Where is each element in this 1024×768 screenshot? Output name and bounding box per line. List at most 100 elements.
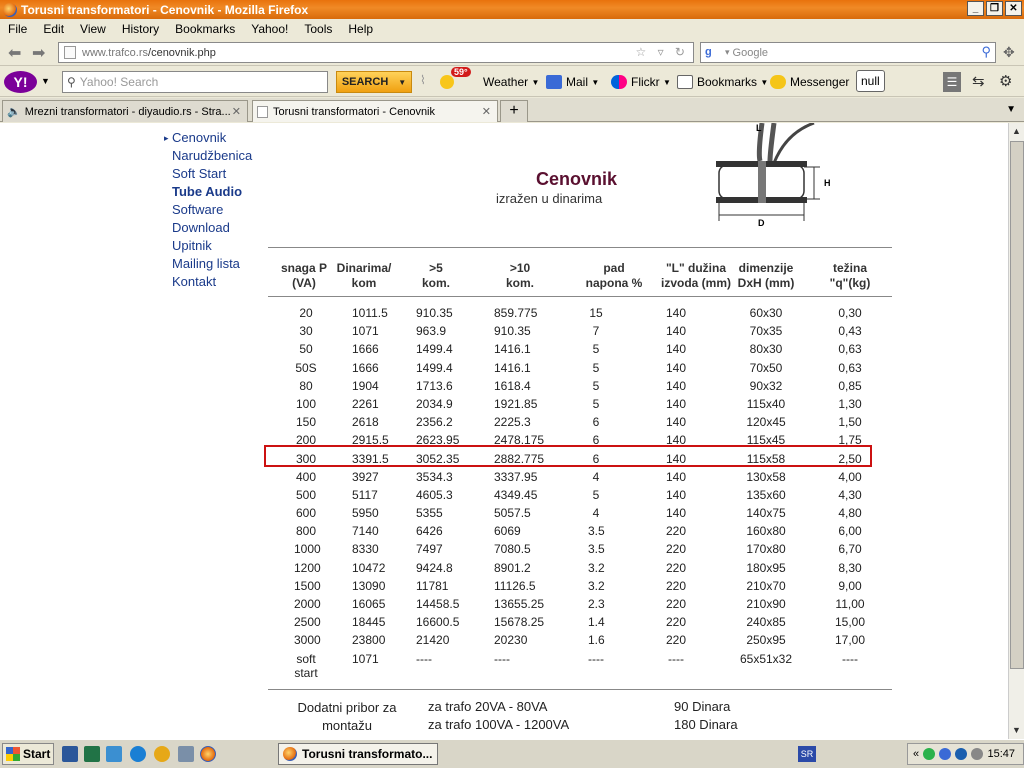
chevron-down-icon[interactable]: ▾ <box>725 47 730 58</box>
table-cell: 1904 <box>352 378 379 393</box>
table-cell: 1713.6 <box>416 378 453 393</box>
menu-history[interactable]: History <box>122 22 159 36</box>
table-cell: 1,50 <box>838 415 862 430</box>
chevron-down-icon[interactable]: ▼ <box>41 76 50 86</box>
list-icon[interactable]: ☰ <box>943 72 961 92</box>
tray-monitor-icon[interactable] <box>939 748 952 760</box>
table-cell: 9424.8 <box>416 560 453 575</box>
diagram-lead-wire <box>772 123 815 164</box>
menu-yahoo[interactable]: Yahoo! <box>251 22 288 36</box>
media-player-icon[interactable] <box>154 746 170 762</box>
menu-tools[interactable]: Tools <box>304 22 332 36</box>
language-indicator[interactable]: SR <box>798 746 816 762</box>
table-cell: 5355 <box>416 506 443 521</box>
yahoo-search-button[interactable]: SEARCH ▼ <box>336 71 412 93</box>
scroll-down-icon[interactable]: ▼ <box>1012 725 1021 735</box>
menu-file[interactable]: File <box>8 22 27 36</box>
table-cell: 220 <box>665 578 687 593</box>
bookmarks-button[interactable]: Bookmarks ▼ <box>677 75 768 89</box>
menu-bookmarks[interactable]: Bookmarks <box>175 22 235 36</box>
sidebar-item-mailing-lista[interactable]: Mailing lista <box>164 255 252 273</box>
table-cell: 3337.95 <box>494 469 538 484</box>
close-icon[interactable]: ✕ <box>482 105 491 118</box>
menu-view[interactable]: View <box>80 22 106 36</box>
accessory-item: za trafo 20VA - 80VA <box>428 699 548 714</box>
url-bar[interactable]: www.trafco.rs/cenovnik.php ☆ ▿ ↻ <box>58 42 694 63</box>
swap-icon[interactable]: ⇆ <box>972 72 985 90</box>
internet-explorer-icon[interactable] <box>130 746 146 762</box>
table-cell: 210x70 <box>746 578 786 593</box>
flickr-button[interactable]: Flickr ▼ <box>611 75 671 89</box>
sidebar-item-soft-start[interactable]: Soft Start <box>164 165 252 183</box>
mail-label: Mail <box>566 75 589 89</box>
yahoo-search-input[interactable]: ⚲ Yahoo! Search <box>62 71 328 93</box>
table-cell: 2.3 <box>588 597 605 611</box>
sidebar-item-tube-audio[interactable]: Tube Audio <box>164 183 252 201</box>
column-header-line: (VA) <box>292 276 316 290</box>
back-button[interactable]: ⬅ <box>8 43 21 63</box>
table-cell: 1618.4 <box>494 378 531 393</box>
google-search-box[interactable]: g ▾ Google ⚲ <box>700 42 996 63</box>
explorer-icon[interactable] <box>106 746 122 762</box>
null-field[interactable]: null <box>856 70 885 92</box>
restore-button[interactable]: ❐ <box>986 1 1003 16</box>
start-button[interactable]: Start <box>2 743 54 765</box>
table-cell: 6,70 <box>838 542 862 557</box>
sidebar-item-narud-benica[interactable]: Narudžbenica <box>164 147 252 165</box>
column-header: pad napona % <box>582 261 646 291</box>
new-tab-button[interactable]: + <box>500 100 528 122</box>
taskbar-firefox-window[interactable]: Torusni transformato... <box>278 743 438 765</box>
forward-button[interactable]: ➡ <box>32 43 45 63</box>
tray-volume-icon[interactable] <box>971 748 984 760</box>
menu-edit[interactable]: Edit <box>43 22 64 36</box>
table-cell: 400 <box>295 469 317 484</box>
excel-icon[interactable] <box>84 746 100 762</box>
sidebar-item-software[interactable]: Software <box>164 201 252 219</box>
tray-security-icon[interactable] <box>955 748 968 760</box>
table-cell: 170x80 <box>746 542 786 557</box>
column-header-line: snaga P <box>280 261 328 275</box>
sidebar-item-upitnik[interactable]: Upitnik <box>164 237 252 255</box>
close-button[interactable]: ✕ <box>1005 1 1022 16</box>
close-icon[interactable]: ✕ <box>232 105 241 118</box>
url-actions[interactable]: ☆ ▿ ↻ <box>635 45 689 59</box>
search-icon[interactable]: ⚲ <box>981 44 991 60</box>
sidebar-item-cenovnik[interactable]: Cenovnik <box>164 129 252 147</box>
weather-temperature-badge: 59° <box>451 67 471 77</box>
diagram-label-h: H <box>824 178 831 188</box>
column-header-line: kom. <box>505 276 534 290</box>
scrollbar-thumb[interactable] <box>1010 141 1024 669</box>
tab-cenovnik[interactable]: Torusni transformatori - Cenovnik ✕ <box>252 100 498 122</box>
notepad-icon[interactable] <box>178 746 194 762</box>
mail-button[interactable]: Mail ▼ <box>546 75 599 89</box>
table-cell: 1071 <box>352 324 379 339</box>
gear-icon[interactable]: ⚙ <box>999 72 1012 90</box>
table-row: 3000 23800 21420 20230 1.6 220 250x95 17,00 <box>268 632 892 650</box>
tray-network-icon[interactable] <box>923 748 936 760</box>
minimize-button[interactable]: _ <box>967 1 984 16</box>
table-cell: 6426 <box>416 524 443 539</box>
firefox-quicklaunch-icon[interactable] <box>200 746 216 762</box>
scroll-up-icon[interactable]: ▲ <box>1012 126 1021 136</box>
column-header: >5 kom. <box>416 261 456 291</box>
tab-list-icon[interactable]: ▼ <box>1006 104 1016 115</box>
table-cell: 140 <box>665 306 687 320</box>
messenger-button[interactable]: Messenger <box>770 75 849 89</box>
weather-button[interactable]: Weather ▼ <box>483 75 539 89</box>
sidebar-item-kontakt[interactable]: Kontakt <box>164 273 252 291</box>
table-row: soft start 1071 ---- ---- ---- ---- 65x51x32 --… <box>268 651 892 680</box>
toolbar-separator-icon: ⌇ <box>420 73 426 87</box>
yahoo-search-placeholder: Yahoo! Search <box>79 75 159 89</box>
yahoo-logo-icon[interactable]: Y! <box>4 71 37 93</box>
tray-expand-icon[interactable]: « <box>913 748 919 760</box>
tab-diyaudio[interactable]: 🔈 Mrezni transformatori - diyaudio.rs - … <box>2 100 248 122</box>
sidebar-item-download[interactable]: Download <box>164 219 252 237</box>
table-cell: 500 <box>295 487 317 502</box>
menu-help[interactable]: Help <box>348 22 373 36</box>
table-cell: 115x40 <box>746 396 786 411</box>
addon-icon[interactable]: ✥ <box>1003 44 1015 61</box>
table-cell: 5117 <box>352 487 378 502</box>
word-icon[interactable] <box>62 746 78 762</box>
vertical-scrollbar[interactable]: ▲ ▼ <box>1008 123 1024 739</box>
weather-sun-icon[interactable] <box>440 75 454 89</box>
